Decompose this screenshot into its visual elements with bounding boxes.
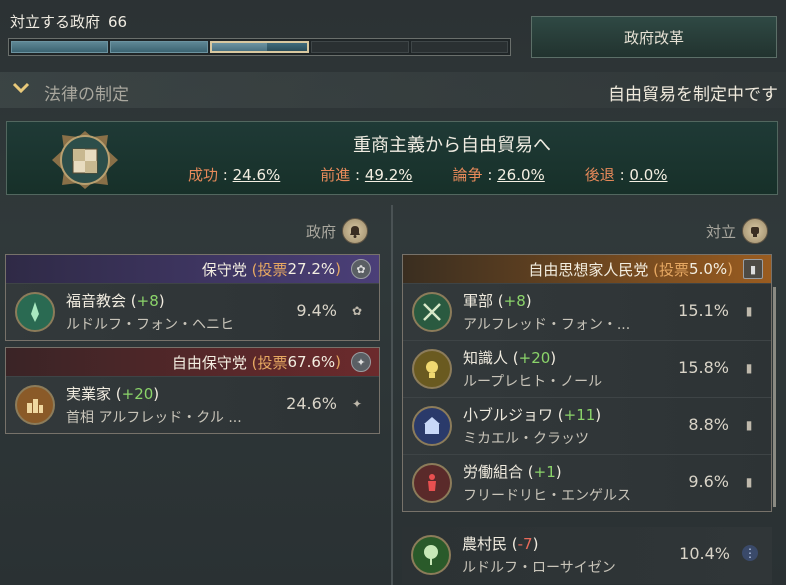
interest-group-name: 知識人 (+20) — [463, 349, 557, 367]
opposition-value: 66 — [108, 13, 128, 31]
interest-group-leader: 首相 アルフレッド・クル ... — [66, 410, 242, 426]
industrialists-icon — [15, 385, 55, 425]
law-section-label: 法律の制定 — [44, 85, 129, 105]
interest-group-share: 8.8% — [688, 415, 729, 434]
law-panel[interactable]: 重商主義から自由貿易へ 成功 : 24.6% 前進 : 49.2% 論争 : 2… — [6, 121, 778, 195]
scrollbar[interactable] — [773, 287, 776, 507]
progress-segment — [110, 41, 208, 53]
interest-group-leader: アルフレッド・フォン・... — [463, 317, 631, 333]
progress-segment — [410, 41, 509, 53]
stat-advance: 前進 : 49.2% — [320, 166, 413, 184]
chevron-down-icon[interactable] — [12, 80, 30, 98]
law-title: 重商主義から自由貿易へ — [353, 135, 551, 156]
lightbulb-icon — [412, 349, 452, 389]
progress-segment — [311, 41, 409, 53]
opposition-title: 対立する政府 66 — [10, 13, 128, 31]
interest-group-share: 15.8% — [678, 358, 729, 377]
party-header: 保守党 (投票 27.2%) ✿ — [6, 255, 379, 283]
interest-group-share: 9.4% — [296, 301, 337, 320]
stat-stall: 後退 : 0.0% — [584, 166, 668, 184]
party-header: 自由保守党 (投票 67.6%) ✦ — [6, 348, 379, 376]
interest-group-leader: ルドルフ・ローサイゼン — [462, 560, 616, 576]
interest-group-name: 軍部 (+8) — [463, 292, 532, 310]
interest-group-row[interactable]: 軍部 (+8) アルフレッド・フォン・... 15.1% ▮ — [403, 283, 771, 340]
party-header: 自由思想家人民党 (投票 5.0%) ▮ — [403, 255, 771, 283]
eagle-icon[interactable]: ✦ — [349, 395, 365, 413]
opposition-column-header: 対立 — [706, 218, 769, 244]
interest-group-row[interactable]: 小ブルジョワ (+11) ミカエル・クラッツ 8.8% ▮ — [403, 397, 771, 454]
interest-group-name: 農村民 (-7) — [462, 535, 539, 553]
interest-group-row[interactable]: 福音教会 (+8) ルドルフ・フォン・ヘニヒ 9.4% ✿ — [6, 283, 379, 340]
tree-icon — [411, 535, 451, 575]
law-stats: 成功 : 24.6% 前進 : 49.2% 論争 : 26.0% 後退 : 0.… — [188, 164, 708, 185]
interest-group-share: 10.4% — [679, 544, 730, 563]
fist-icon — [742, 218, 769, 244]
church-icon — [15, 292, 55, 332]
party-emblem-icon[interactable]: ✿ — [351, 259, 371, 279]
crossed-swords-icon — [412, 292, 452, 332]
interest-group-leader: ループレヒト・ノール — [463, 374, 603, 390]
interest-group-name: 労働組合 (+1) — [463, 463, 562, 481]
interest-group-share: 9.6% — [688, 472, 729, 491]
party-freethinkers[interactable]: 自由思想家人民党 (投票 5.0%) ▮ 軍部 (+8) アルフレッド・フォン・… — [402, 254, 772, 512]
progress-segment — [11, 41, 109, 53]
interest-group-leader: フリードリヒ・エンゲルス — [463, 488, 631, 504]
party-conservative[interactable]: 保守党 (投票 27.2%) ✿ 福音教会 (+8) ルドルフ・フォン・ヘニヒ … — [5, 254, 380, 341]
stat-debate: 論争 : 26.0% — [452, 166, 545, 184]
government-reform-button[interactable]: 政府改革 — [531, 16, 777, 58]
bell-icon — [342, 218, 369, 244]
interest-group-row-independent[interactable]: 農村民 (-7) ルドルフ・ローサイゼン 10.4% ⋮ — [402, 527, 772, 584]
interest-group-row[interactable]: 知識人 (+20) ループレヒト・ノール 15.8% ▮ — [403, 340, 771, 397]
opposition-progress-bar — [8, 38, 511, 56]
interest-group-name: 福音教会 (+8) — [66, 292, 165, 310]
banner-icon[interactable]: ▮ — [741, 359, 757, 377]
eagle-icon[interactable]: ✦ — [351, 352, 371, 372]
party-emblem-icon[interactable]: ✿ — [349, 302, 365, 320]
interest-group-leader: ルドルフ・フォン・ヘニヒ — [66, 317, 234, 333]
interest-group-name: 小ブルジョワ (+11) — [463, 406, 602, 424]
law-section-header[interactable]: 法律の制定 自由貿易を制定中です — [0, 72, 786, 108]
party-liberal-conservative[interactable]: 自由保守党 (投票 67.6%) ✦ 実業家 (+20) 首相 アルフレッド・ク… — [5, 347, 380, 434]
interest-group-row[interactable]: 実業家 (+20) 首相 アルフレッド・クル ... 24.6% ✦ — [6, 376, 379, 433]
townhall-icon — [412, 406, 452, 446]
banner-icon[interactable]: ▮ — [741, 302, 757, 320]
banner-icon[interactable]: ▮ — [743, 259, 763, 279]
banner-icon[interactable]: ▮ — [741, 416, 757, 434]
stat-success: 成功 : 24.6% — [188, 166, 281, 184]
interest-group-leader: ミカエル・クラッツ — [463, 431, 589, 447]
law-status: 自由貿易を制定中です — [608, 85, 778, 105]
interest-group-share: 24.6% — [286, 394, 337, 413]
interest-group-name: 実業家 (+20) — [66, 385, 160, 403]
progress-segment-current — [209, 41, 310, 53]
info-icon[interactable]: ⋮ — [742, 545, 758, 561]
government-column-header: 政府 — [306, 218, 369, 244]
banner-icon[interactable]: ▮ — [741, 473, 757, 491]
worker-icon — [412, 463, 452, 503]
interest-group-row[interactable]: 労働組合 (+1) フリードリヒ・エンゲルス 9.6% ▮ — [403, 454, 771, 511]
column-divider — [391, 205, 393, 585]
interest-group-share: 15.1% — [678, 301, 729, 320]
